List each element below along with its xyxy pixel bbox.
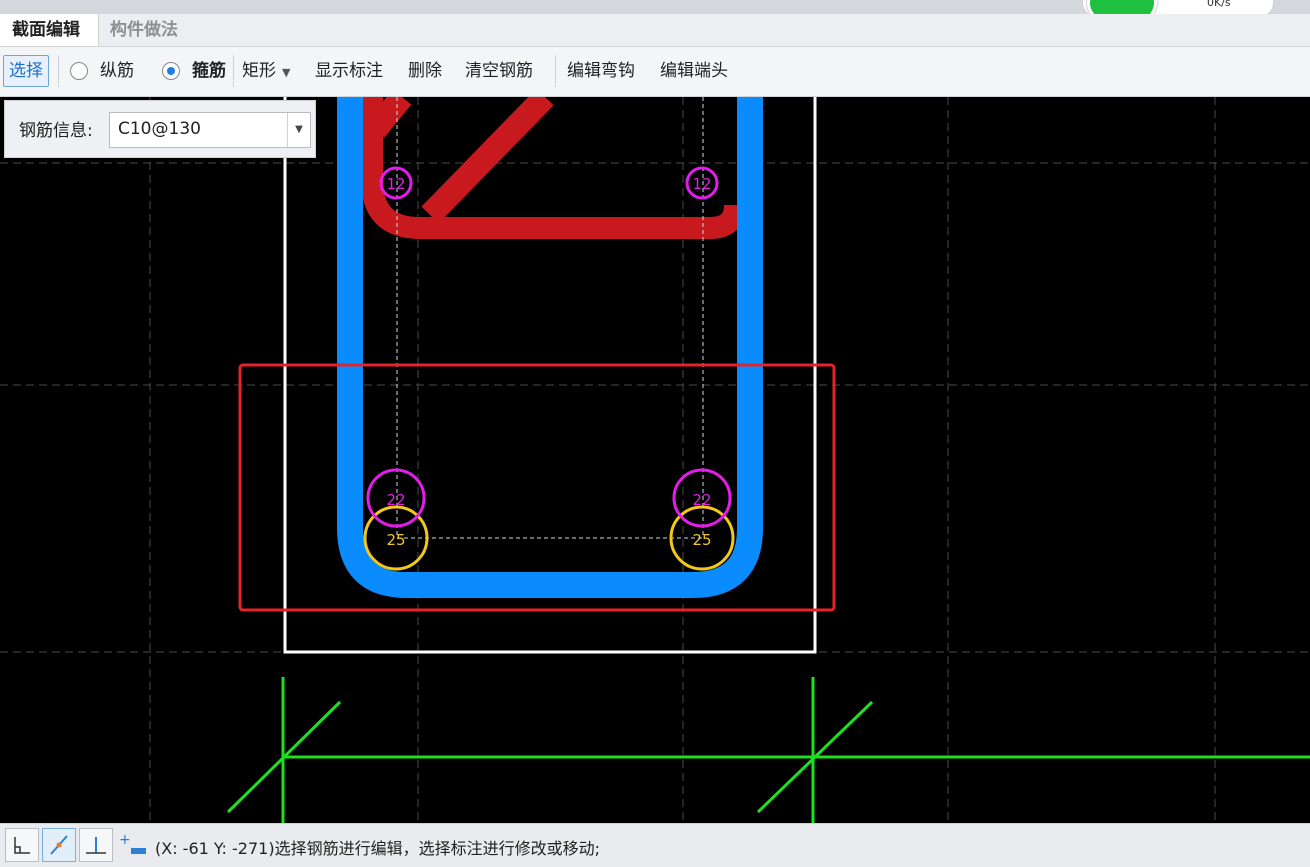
- perpendicular-icon[interactable]: [79, 828, 113, 862]
- tab-component-method[interactable]: 构件做法: [98, 14, 190, 46]
- tab-bar: 截面编辑 构件做法: [0, 14, 1310, 47]
- axis-lines: [226, 677, 1310, 823]
- bar-label-bottom-right-yellow: 25: [692, 531, 711, 549]
- chevron-down-icon: ▼: [282, 66, 291, 79]
- stirrup-label[interactable]: 箍筋: [192, 57, 226, 85]
- status-bar: + (X: -61 Y: -271)选择钢筋进行编辑，选择标注进行修改或移动;: [0, 823, 1310, 867]
- longitudinal-label[interactable]: 纵筋: [100, 57, 134, 85]
- rect-label: 矩形: [242, 61, 276, 81]
- toolbar-divider: [555, 55, 556, 87]
- ortho-icon[interactable]: [5, 828, 39, 862]
- tab-section-edit[interactable]: 截面编辑: [0, 14, 99, 46]
- bar-label-bottom-right-magenta: 22: [692, 491, 711, 509]
- stirrup-radio[interactable]: [162, 62, 180, 80]
- drawing-canvas[interactable]: 12 12 22 22 25 25: [0, 97, 1310, 823]
- section-drawing[interactable]: 12 12 22 22 25 25: [0, 97, 1310, 823]
- toolbar-divider: [233, 55, 234, 87]
- rebar-info-combo[interactable]: C10@130 ▼: [109, 112, 311, 148]
- speed-text: 0K/s: [1207, 0, 1231, 9]
- show-annotation-button[interactable]: 显示标注: [315, 57, 383, 85]
- edit-hook-button[interactable]: 编辑弯钩: [567, 57, 635, 85]
- toolbar-divider: [58, 55, 59, 87]
- grid: [0, 97, 1310, 823]
- rect-dropdown[interactable]: 矩形 ▼: [242, 57, 290, 85]
- rebar-info-label: 钢筋信息:: [19, 121, 93, 141]
- bar-label-top-right: 12: [692, 175, 711, 193]
- toolbar: 选择 纵筋 箍筋 矩形 ▼ 显示标注 删除 清空钢筋 编辑弯钩 编辑端头: [0, 47, 1310, 97]
- snap-line-icon[interactable]: [42, 828, 76, 862]
- bar-label-top-left: 12: [386, 175, 405, 193]
- bar-label-bottom-left-yellow: 25: [386, 531, 405, 549]
- rebar-info-panel: 钢筋信息: C10@130 ▼: [4, 100, 316, 158]
- edit-end-button[interactable]: 编辑端头: [660, 57, 728, 85]
- chevron-down-icon[interactable]: ▼: [287, 113, 310, 147]
- svg-text:+: +: [119, 832, 131, 848]
- longitudinal-radio[interactable]: [70, 62, 88, 80]
- select-button[interactable]: 选择: [3, 55, 49, 87]
- bar-label-bottom-left-magenta: 22: [386, 491, 405, 509]
- add-dimension-icon[interactable]: +: [116, 828, 148, 860]
- delete-button[interactable]: 删除: [408, 57, 442, 85]
- status-text: (X: -61 Y: -271)选择钢筋进行编辑，选择标注进行修改或移动;: [155, 839, 600, 858]
- rebar-info-value[interactable]: C10@130: [118, 119, 201, 139]
- clear-rebar-button[interactable]: 清空钢筋: [465, 57, 533, 85]
